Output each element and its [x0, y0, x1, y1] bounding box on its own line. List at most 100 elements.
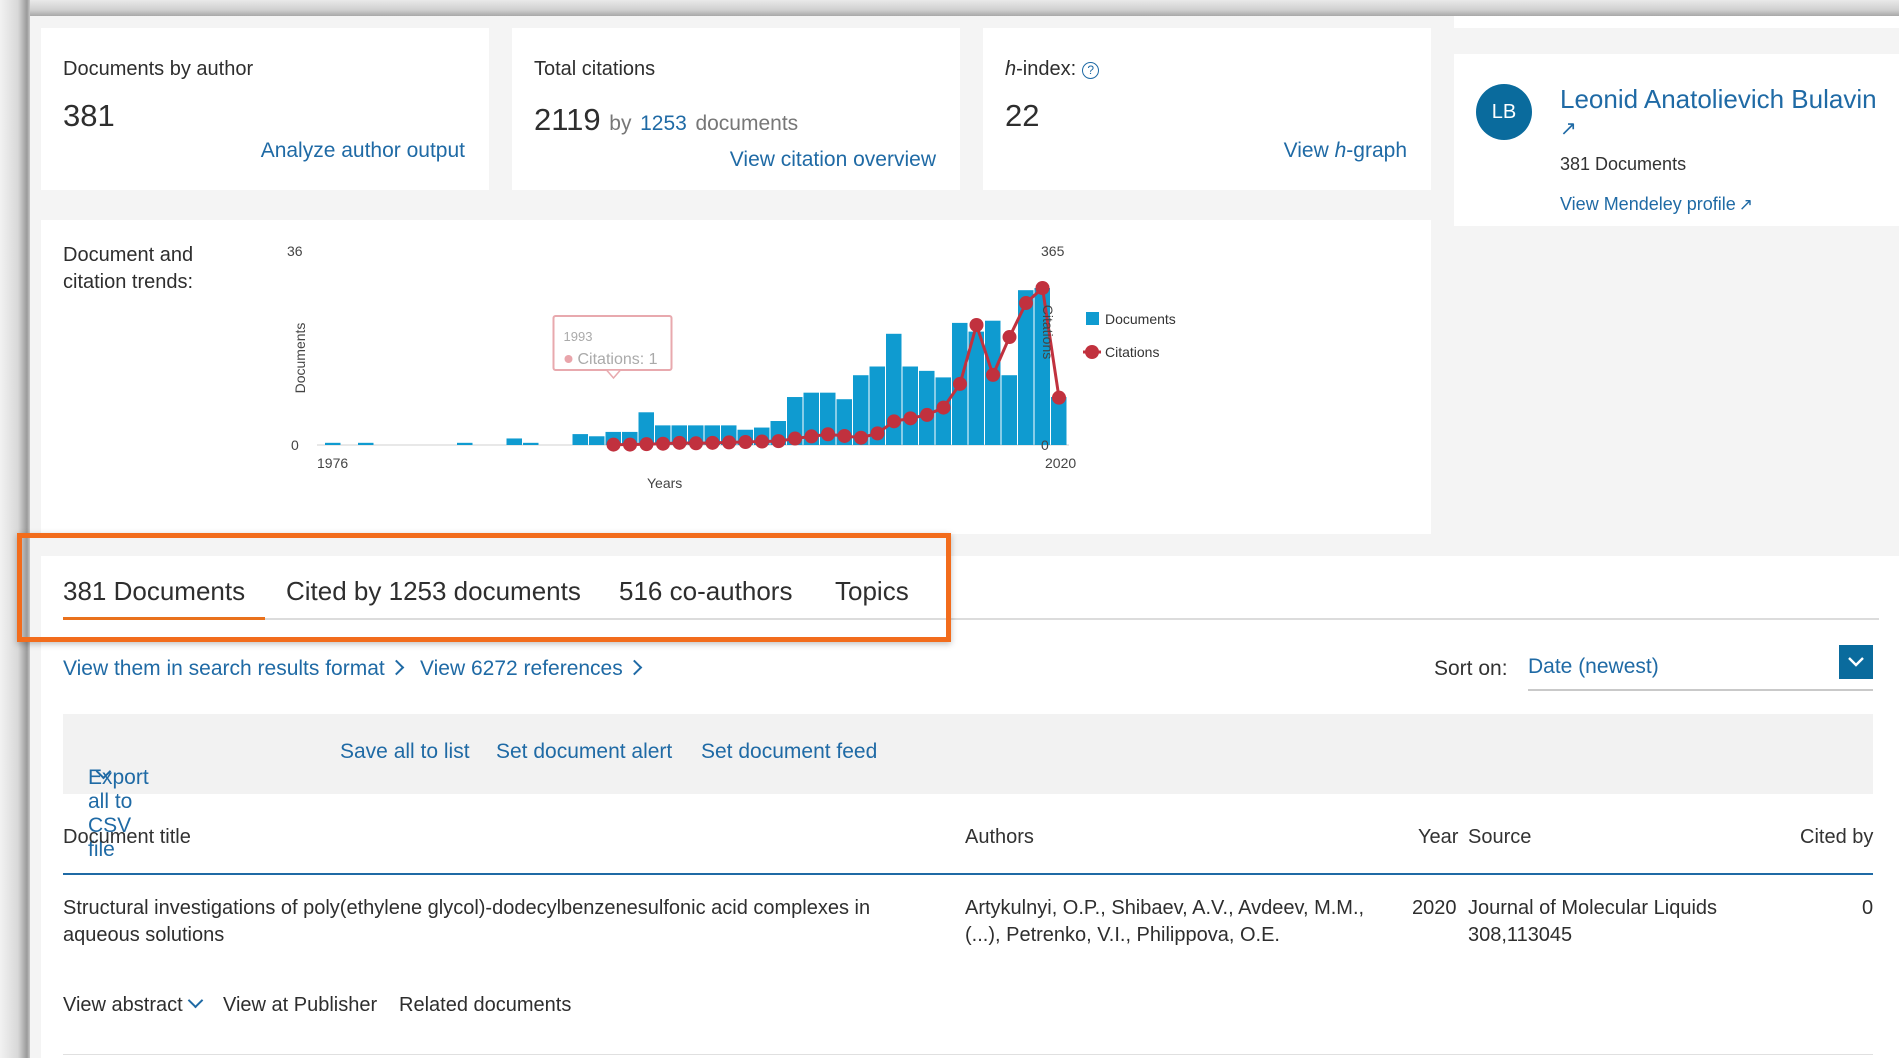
view-references-label: View 6272 references — [420, 657, 623, 680]
view-abstract-label: View abstract — [63, 994, 183, 1016]
citations-point — [903, 411, 918, 426]
y-right-axis-label: Citations — [1040, 305, 1056, 359]
author-avatar: LB — [1476, 84, 1532, 140]
chart-tooltip-dot — [564, 355, 573, 363]
set-document-feed-link[interactable]: Set document feed — [701, 740, 877, 764]
citations-metric-card: Total citations 2119 by 1253 documents V… — [512, 28, 960, 190]
citations-point — [1002, 330, 1017, 345]
mendeley-profile-link[interactable]: View Mendeley profile ↗ — [1560, 194, 1753, 215]
citations-point — [771, 434, 786, 449]
document-citation-trends-card: Document and citation trends: 36 0 365 0 197… — [41, 220, 1431, 534]
citations-point — [837, 428, 852, 443]
trends-chart: 36 0 365 0 1976 2020 Years Documents Citations Do… — [287, 243, 1176, 491]
column-header-title: Document title — [63, 826, 191, 848]
tabs-highlight-box — [17, 533, 951, 642]
row-divider — [63, 1054, 1873, 1055]
column-header-authors: Authors — [965, 826, 1034, 848]
column-header-cited-by: Cited by — [1800, 826, 1874, 848]
citations-point — [755, 434, 769, 449]
view-abstract-toggle[interactable]: View abstract — [63, 992, 203, 1019]
citations-point — [1035, 281, 1050, 295]
sort-label: Sort on: — [1434, 657, 1508, 680]
documents-bar — [572, 434, 588, 445]
citations-documents-word: documents — [695, 112, 799, 135]
view-search-results-format-link[interactable]: View them in search results format — [63, 657, 405, 681]
document-source: Journal of Molecular Liquids 308,113045 — [1468, 895, 1717, 949]
document-cited-by: 0 — [1862, 897, 1874, 919]
document-year: 2020 — [1412, 897, 1457, 919]
documents-bar — [523, 442, 539, 445]
screenshot-frame-left — [0, 0, 30, 1058]
h-index-label-rest: -index: — [1016, 58, 1077, 80]
citations-point — [606, 437, 621, 452]
documents-metric-card: Documents by author 381 Analyze author o… — [41, 28, 489, 190]
author-doc-count: 381 Documents — [1560, 154, 1687, 174]
documents-bar — [457, 442, 473, 445]
document-title-line1: Structural investigations of poly(ethyle… — [63, 897, 871, 919]
chart-tooltip-pointer — [604, 369, 623, 380]
related-documents-link[interactable]: Related documents — [399, 992, 571, 1019]
citations-point — [936, 400, 951, 415]
view-at-publisher-link[interactable]: View at Publisher — [223, 992, 377, 1019]
analyze-author-output-link[interactable]: Analyze author output — [261, 139, 465, 163]
citations-point — [986, 367, 1000, 382]
profile-card-top-strip — [1454, 16, 1899, 28]
legend-documents-swatch — [1086, 312, 1099, 325]
h-index-label-h: h — [1005, 58, 1017, 80]
x-axis-label: Years — [647, 475, 682, 491]
citations-point — [672, 435, 687, 450]
h-index-label: h-index:? — [1005, 58, 1100, 81]
documents-bar — [1001, 375, 1017, 445]
chevron-right-icon — [388, 659, 405, 676]
author-name-link[interactable]: Leonid Anatolievich Bulavin — [1560, 84, 1877, 115]
x-tick-end: 2020 — [1045, 455, 1076, 471]
citations-point — [887, 414, 901, 429]
document-authors: Artykulnyi, O.P., Shibaev, A.V., Avdeev,… — [965, 895, 1364, 949]
document-actions-toolbar: Export all to CSV file Save all to list … — [63, 714, 1873, 861]
save-all-to-list-link[interactable]: Save all to list — [340, 740, 470, 764]
screenshot-frame-top — [0, 0, 1899, 16]
set-document-alert-link[interactable]: Set document alert — [496, 740, 672, 764]
documents-bar — [506, 438, 522, 445]
documents-bar — [985, 320, 1001, 445]
citations-point — [920, 407, 934, 422]
documents-bar — [358, 442, 374, 445]
chevron-down-icon[interactable] — [1839, 645, 1873, 679]
view-h-graph-link-post: -graph — [1346, 139, 1407, 162]
chart-tooltip-text: Citations: 1 — [578, 351, 658, 368]
x-tick-start: 1976 — [317, 455, 348, 471]
view-h-graph-link-pre: View — [1283, 139, 1335, 162]
chevron-down-icon — [187, 992, 203, 1009]
table-header-divider — [63, 873, 1873, 875]
documents-bar — [325, 442, 341, 445]
sort-select-value: Date (newest) — [1528, 655, 1659, 678]
external-link-icon[interactable]: ↗ — [1560, 116, 1577, 141]
citations-point — [639, 437, 654, 452]
citations-point — [804, 429, 819, 444]
citations-point — [953, 376, 967, 391]
view-citation-overview-link[interactable]: View citation overview — [730, 148, 936, 172]
view-references-link[interactable]: View 6272 references — [420, 657, 643, 681]
legend-documents-label: Documents — [1105, 311, 1176, 327]
citations-point — [656, 436, 670, 451]
y-right-tick-min: 0 — [1041, 437, 1049, 453]
sort-select[interactable]: Date (newest) — [1528, 645, 1873, 691]
document-title-line2: aqueous solutions — [63, 924, 225, 946]
citations-point — [738, 434, 753, 449]
citations-point — [969, 317, 984, 332]
citations-metric-label: Total citations — [534, 58, 656, 80]
citing-documents-link[interactable]: 1253 — [640, 112, 687, 135]
view-h-graph-link-h: h — [1334, 139, 1347, 162]
document-authors-line2: (...), Petrenko, V.I., Philippova, O.E. — [965, 924, 1280, 946]
help-icon[interactable]: ? — [1082, 62, 1100, 79]
chart-tooltip-year: 1993 — [564, 329, 593, 344]
citations-point — [870, 426, 885, 441]
y-left-tick-min: 0 — [291, 437, 299, 453]
column-header-year: Year — [1418, 826, 1459, 848]
view-h-graph-link[interactable]: View h-graph — [1284, 139, 1407, 163]
mendeley-profile-label: View Mendeley profile — [1560, 194, 1736, 214]
citations-point — [1052, 390, 1066, 405]
citations-point — [788, 431, 802, 446]
citations-point — [689, 436, 703, 451]
citations-point — [705, 435, 720, 450]
